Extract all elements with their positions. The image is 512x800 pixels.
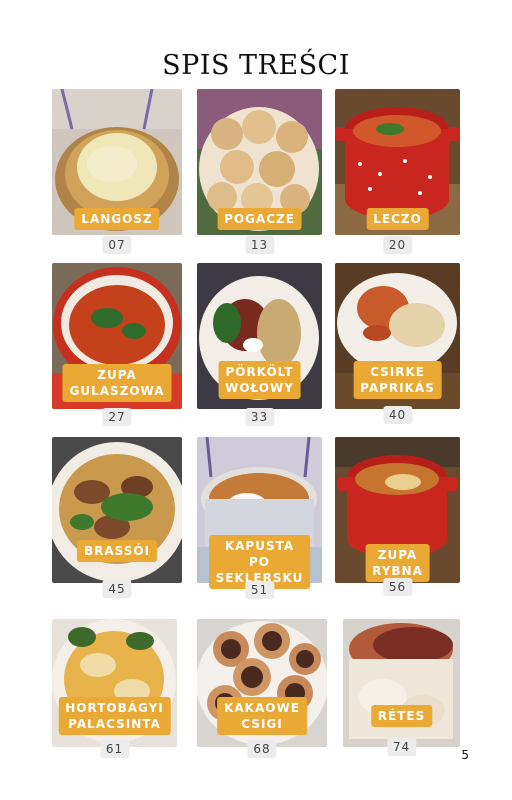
recipe-title: ZUPA GULASZOWA: [62, 364, 172, 402]
recipe-page-number: 27: [102, 408, 132, 426]
recipe-title: HORTOBÁGYI PALACSINTA: [58, 697, 171, 735]
recipe-page-number: 56: [382, 578, 413, 596]
recipe-title: BRASSÓI: [76, 540, 158, 562]
recipe-page-number: 20: [382, 236, 413, 254]
recipe-page-number: 74: [386, 738, 417, 756]
recipe-title: LANGOSZ: [74, 208, 160, 230]
page-title: SPIS TREŚCI: [162, 50, 350, 81]
recipe-title: ZUPA RYBNA: [365, 544, 430, 582]
page-number: 5: [461, 748, 469, 762]
recipe-page-number: 61: [99, 740, 130, 758]
recipe-page-number: 40: [382, 406, 413, 424]
recipe-card-zupa-rybna[interactable]: ZUPA RYBNA 56: [335, 437, 460, 603]
recipe-title: PÖRKÖLT WOŁOWY: [218, 361, 301, 399]
recipe-card-kakaowe-csigi[interactable]: KAKAOWE CSIGI 68: [197, 619, 327, 762]
recipe-page-number: 45: [102, 580, 132, 598]
recipe-page-number: 13: [244, 236, 275, 254]
recipe-card-brassoi[interactable]: BRASSÓI 45: [52, 437, 182, 603]
recipe-page-number: 51: [244, 581, 275, 599]
recipe-card-pogacze[interactable]: POGACZE 13: [197, 89, 322, 255]
recipe-title: KAKAOWE CSIGI: [217, 697, 307, 735]
recipe-card-csirke-paprikas[interactable]: CSIRKE PAPRIKÁS 40: [335, 263, 460, 429]
recipe-title: RÉTES: [370, 705, 433, 727]
recipe-card-porkolt-wolowy[interactable]: PÖRKÖLT WOŁOWY 33: [197, 263, 322, 431]
recipe-card-hortobagyi-palacsinta[interactable]: HORTOBÁGYI PALACSINTA 61: [52, 619, 177, 762]
recipe-card-retes[interactable]: RÉTES 74: [343, 619, 460, 762]
recipe-title: POGACZE: [217, 208, 302, 230]
recipe-title: CSIRKE PAPRIKÁS: [353, 361, 442, 399]
recipe-title: LECZO: [366, 208, 429, 230]
recipe-page-number: 33: [244, 408, 275, 426]
recipe-page-number: 68: [247, 740, 277, 758]
retes-photo: [343, 619, 460, 747]
recipe-card-zupa-gulaszowa[interactable]: ZUPA GULASZOWA 27: [52, 263, 182, 431]
recipe-card-leczo[interactable]: LECZO 20: [335, 89, 460, 255]
recipe-card-langosz[interactable]: LANGOSZ 07: [52, 89, 182, 255]
recipe-page-number: 07: [102, 236, 132, 254]
recipe-card-kapusta-po-seklersku[interactable]: KAPUSTA PO SEKLERSKU 51: [197, 437, 322, 605]
